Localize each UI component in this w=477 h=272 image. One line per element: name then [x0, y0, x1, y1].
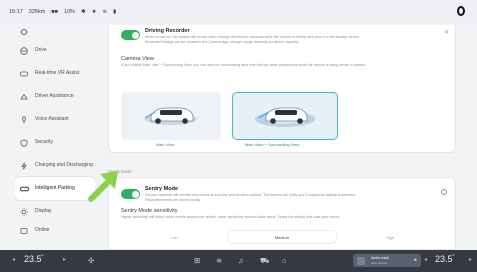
status-gear: ■■	[51, 9, 58, 15]
settings-content: Driving Recorder When turned on, the sys…	[108, 25, 456, 250]
camera-view-option-main[interactable]	[121, 92, 221, 140]
chevron-left-icon-right[interactable]: ◂	[424, 256, 427, 263]
chevron-right-icon[interactable]: ▸	[63, 256, 66, 263]
security-icon	[19, 138, 29, 148]
close-icon[interactable]: ✕	[444, 29, 449, 36]
signal-icon: ▮	[113, 9, 117, 15]
driver-temp-value: 23.5	[24, 254, 42, 264]
bluetooth-icon: ✱	[80, 9, 86, 15]
main-view-car-illustration	[144, 107, 197, 125]
media-subtitle: Now playing	[371, 260, 388, 265]
sensitivity-option-low[interactable]: Low	[120, 231, 228, 243]
vr-icon	[19, 69, 29, 79]
sentry-mode-title: Sentry Mode	[145, 186, 179, 192]
sidebar-item-voice-assistant[interactable]: Voice Assistant	[15, 108, 95, 131]
driver-temperature[interactable]: 23.5°	[24, 254, 44, 264]
driving-recorder-toggle[interactable]	[121, 30, 140, 40]
sidebar-item-label: Driver Assistance	[35, 92, 74, 99]
sidebar-item-charging[interactable]: Charging and Discharging	[15, 154, 95, 177]
camera-view-title: Camera View	[121, 56, 154, 62]
sidebar-item-label: Intelligent Parking	[35, 184, 75, 191]
bottom-dock: ◂ 23.5° ▸ ✣ ⊞ ≋ ♫ ⛟ ⌂ Audio track Now pl…	[0, 250, 477, 272]
sidebar-item-vr-assist[interactable]: Real-time VR Assist	[15, 62, 95, 85]
voice-icon	[19, 115, 29, 125]
home-icon[interactable]: ⌂	[282, 256, 287, 265]
camera-view-option-main-surround[interactable]	[232, 92, 338, 140]
pointer-arrow-icon	[88, 171, 118, 202]
driving-recorder-title: Driving Recorder	[145, 28, 190, 34]
sidebar-item-online[interactable]: Online	[15, 223, 95, 239]
chevron-left-icon[interactable]: ◂	[12, 256, 15, 263]
status-range: 325km	[28, 9, 46, 15]
sentry-sensitivity-title: Sentry Mode sensitivity	[121, 208, 178, 214]
status-time: 15:17	[9, 9, 23, 15]
sidebar-item-label: Security	[35, 138, 54, 145]
driving-recorder-description: When turned on, the system will record v…	[145, 35, 440, 44]
settings-sidebar: Drive Real-time VR Assist Driver Assista…	[15, 25, 95, 250]
mini-media-player[interactable]: Audio track Now playing ▸	[353, 254, 421, 267]
driving-recorder-panel: Driving Recorder When turned on, the sys…	[108, 25, 456, 153]
camera-view-description: If you enable Main View + Surrounding Vi…	[121, 63, 367, 67]
display-icon	[19, 207, 29, 217]
gear-icon	[19, 27, 29, 37]
sidebar-item-drive[interactable]: Drive	[15, 39, 95, 62]
seat-heat-icon[interactable]: ⊞	[194, 256, 200, 265]
passenger-temp-value: 23.5	[435, 254, 453, 264]
info-icon[interactable]: i	[441, 189, 447, 195]
sensitivity-option-high[interactable]: High	[336, 231, 444, 243]
surround-view-car-illustration	[255, 107, 315, 127]
camera-view-option-surround-label: Main View + Surrounding View	[245, 142, 300, 147]
charging-icon	[19, 161, 29, 171]
sidebar-item-label: Real-time VR Assist	[35, 69, 80, 76]
fan-icon[interactable]: ✣	[88, 256, 94, 265]
profile-icon[interactable]	[457, 6, 465, 16]
status-bar: 15:17 325km ■■ 10% ✱ ★ ≋ ▮	[0, 0, 477, 24]
status-battery: 10%	[63, 9, 75, 15]
passenger-temperature[interactable]: 23.5°	[435, 254, 455, 264]
music-icon[interactable]: ♫	[238, 256, 244, 265]
assist-icon	[19, 92, 29, 102]
sentry-desc-line2: Recorded events are stored locally.	[145, 197, 202, 202]
chevron-right-icon-right[interactable]: ▸	[469, 256, 472, 263]
steering-icon	[19, 46, 29, 56]
album-art	[357, 256, 365, 265]
sidebar-item-label: Online	[35, 227, 50, 234]
car-icon[interactable]: ⛟	[260, 256, 269, 266]
sentry-sensitivity-description: Higher sensitivity will detect more even…	[121, 215, 341, 219]
online-icon	[19, 226, 29, 236]
media-title: Audio track	[371, 256, 389, 260]
sentry-mode-description: Exterior cameras will monitor and record…	[145, 193, 435, 202]
sidebar-item-driver-assistance[interactable]: Driver Assistance	[15, 85, 95, 108]
sidebar-item-label: Display	[35, 207, 52, 214]
passenger-temp-unit: °	[452, 254, 455, 260]
wifi-icon: ≋	[102, 9, 108, 15]
play-icon[interactable]: ▸	[414, 257, 417, 263]
sidebar-item-top[interactable]	[15, 25, 95, 39]
sidebar-item-label: Voice Assistant	[35, 115, 69, 122]
parking-icon	[19, 184, 29, 194]
sidebar-item-intelligent-parking[interactable]: Intelligent Parking	[15, 177, 95, 200]
driver-temp-unit: °	[41, 254, 44, 260]
sidebar-item-security[interactable]: Security	[15, 131, 95, 154]
sensitivity-option-medium[interactable]: Medium	[228, 231, 336, 243]
camera-view-option-main-label: Main View	[156, 142, 175, 147]
star-icon: ★	[91, 9, 97, 15]
driving-recorder-desc-line2: Recorded footage can be viewed in the Ca…	[145, 39, 299, 44]
defrost-icon[interactable]: ≋	[216, 256, 222, 265]
sidebar-item-label: Drive	[35, 46, 47, 53]
sidebar-item-display[interactable]: Display	[15, 200, 95, 223]
